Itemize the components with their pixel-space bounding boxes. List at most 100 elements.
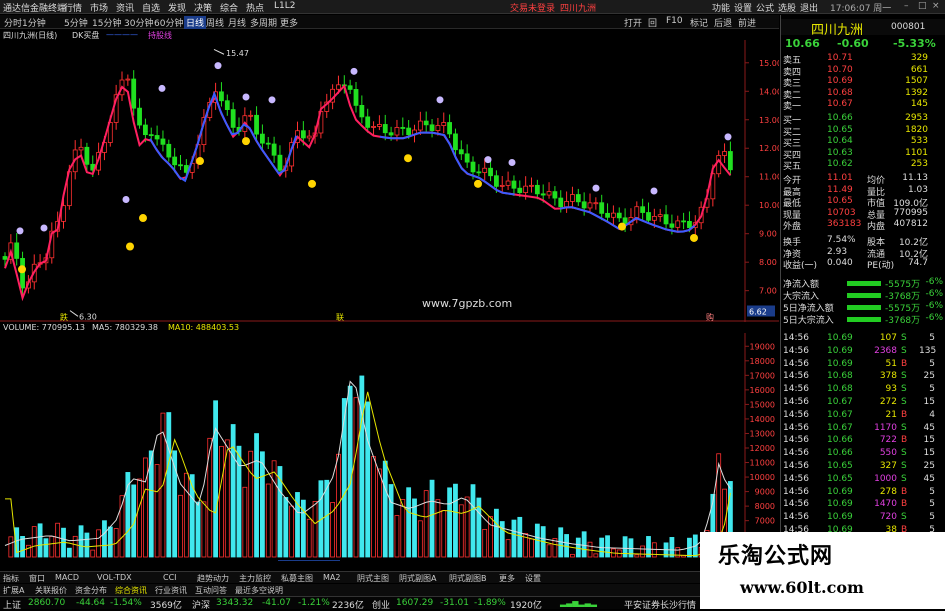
tab-intraday[interactable]: 分时 (4, 16, 22, 29)
bid-row[interactable]: 买二 10.65 1820 (781, 125, 945, 138)
trade-status[interactable]: 交易未登录 (510, 1, 555, 14)
indicator-tab[interactable]: MA2 (323, 573, 340, 582)
close-icon[interactable]: × (932, 1, 940, 11)
status-tab[interactable]: 互动问答 (195, 585, 227, 596)
status-tab[interactable]: 关联报价 (35, 585, 67, 596)
indicator-tab[interactable]: 私募主图 (281, 573, 313, 584)
tab-weekly[interactable]: 周线 (206, 16, 224, 29)
candle-body (581, 201, 587, 209)
indicator-tab[interactable]: 主力监控 (239, 573, 271, 584)
kline-bg (0, 40, 779, 322)
indicator-tab[interactable]: 更多 (499, 573, 515, 584)
menu-exit[interactable]: 退出 (800, 1, 818, 14)
indicator-tab[interactable]: MACD (55, 573, 79, 582)
candle-body (722, 151, 727, 156)
indicator-tab[interactable]: 窗口 (29, 573, 45, 584)
tick-price: 10.69 (827, 486, 853, 497)
btn-back[interactable]: 后退 (714, 16, 732, 29)
tick-price: 10.66 (827, 435, 853, 446)
tick-volume: 107 (879, 333, 897, 343)
book-volume: 253 (910, 159, 928, 170)
tick-time: 14:56 (783, 384, 809, 395)
candle-body (277, 154, 283, 171)
indicator-tab[interactable]: 阴式副图B (449, 573, 487, 584)
indicator-tab[interactable]: 指标 (3, 573, 19, 584)
tab-multi[interactable]: 多周期 (250, 16, 277, 29)
cy-label[interactable]: 创业 (372, 598, 390, 611)
tick-price: 10.69 (827, 499, 853, 510)
volume-bar (271, 460, 277, 558)
bid-row[interactable]: 买四 10.63 1101 (781, 148, 945, 161)
menu-general[interactable]: 综合 (220, 1, 238, 14)
tab-5min[interactable]: 5分钟 (64, 16, 88, 29)
menu-watchlist[interactable]: 自选 (142, 1, 160, 14)
indicator-tab[interactable]: 阴式主图 (357, 573, 389, 584)
btn-forward[interactable]: 前进 (738, 16, 756, 29)
tab-daily[interactable]: 日线 (184, 16, 207, 29)
sh-label[interactable]: 上证 (3, 598, 21, 611)
tick-direction: B (901, 409, 908, 420)
volume-bar (634, 554, 640, 558)
tick-direction: B (901, 435, 908, 446)
tab-monthly[interactable]: 月线 (228, 16, 246, 29)
volume-bar (640, 545, 646, 558)
minimize-icon[interactable]: – (904, 1, 909, 11)
bid-row[interactable]: 买一 10.66 2953 (781, 113, 945, 126)
candle-body (657, 214, 663, 217)
menu-formula[interactable]: 公式 (756, 1, 774, 14)
menu-quote[interactable]: 行情 (64, 1, 82, 14)
ask-row[interactable]: 卖三 10.69 1507 (781, 76, 945, 89)
candle-body (675, 220, 681, 228)
status-tab[interactable]: 最近多空说明 (235, 585, 283, 596)
kline-chart[interactable]: 15.00 14.00 13.00 12.00 11.00 10.00 9.00 8.00 7.… (0, 40, 779, 322)
menu-discover[interactable]: 发现 (168, 1, 186, 14)
ask-row[interactable]: 卖一 10.67 145 (781, 99, 945, 112)
volume-chart[interactable]: 19000 18000 17000 16000 15000 14000 13000 12000… (0, 333, 779, 561)
flow-row: 净流入额 -5575万 -6% (781, 277, 945, 290)
status-tab[interactable]: 资金分布 (75, 585, 107, 596)
ask-row[interactable]: 卖二 10.68 1392 (781, 87, 945, 101)
ask-row[interactable]: 卖五 10.71 329 (781, 53, 945, 66)
status-tab[interactable]: 扩展A (3, 585, 24, 596)
btn-mark[interactable]: 标记 (690, 16, 708, 29)
indicator-tab[interactable]: 阴式副图A (399, 573, 436, 584)
tab-1min[interactable]: 1分钟 (22, 16, 46, 29)
tab-60min[interactable]: 60分钟 (154, 16, 183, 29)
bid-row[interactable]: 买三 10.64 533 (781, 136, 945, 149)
candle-body (248, 114, 254, 117)
menu-function[interactable]: 功能 (712, 1, 730, 14)
ask-row[interactable]: 卖四 10.70 661 (781, 65, 945, 78)
tab-30min[interactable]: 30分钟 (124, 16, 153, 29)
bid-row[interactable]: 买五 10.62 253 (781, 159, 945, 172)
tab-15min[interactable]: 15分钟 (92, 16, 121, 29)
candle-body (634, 206, 640, 218)
menu-decision[interactable]: 决策 (194, 1, 212, 14)
indicator-tab[interactable]: CCI (163, 573, 177, 582)
menu-market[interactable]: 市场 (90, 1, 108, 14)
status-tab[interactable]: 综合资讯 (115, 585, 147, 596)
indicator-tab[interactable]: VOL-TDX (97, 573, 132, 582)
tab-more[interactable]: 更多 (280, 16, 298, 29)
high-annotation: 15.47 (226, 49, 249, 58)
menu-settings[interactable]: 设置 (734, 1, 752, 14)
flow-bar (847, 281, 881, 286)
btn-f10[interactable]: F10 (666, 16, 683, 26)
maximize-icon[interactable]: □ (918, 1, 927, 11)
indicator-tab[interactable]: 设置 (525, 573, 541, 584)
btn-back-short[interactable]: 回 (648, 16, 657, 29)
menu-hot[interactable]: 热点 (246, 1, 264, 14)
price-tick-label: 13.00 (759, 116, 779, 125)
btn-open[interactable]: 打开 (624, 16, 642, 29)
volume-bar (66, 547, 72, 558)
menu-select[interactable]: 选股 (778, 1, 796, 14)
sz-label[interactable]: 沪深 (192, 598, 210, 611)
tick-time: 14:56 (783, 371, 809, 382)
menu-news[interactable]: 资讯 (116, 1, 134, 14)
timeline-bg (0, 559, 779, 561)
book-volume: 1392 (905, 87, 928, 98)
volume-bar (49, 536, 55, 558)
status-tab[interactable]: 行业资讯 (155, 585, 187, 596)
tick-time: 14:56 (783, 358, 809, 369)
indicator-tab[interactable]: 趋势动力 (197, 573, 229, 584)
menu-l1l2[interactable]: L1L2 (274, 1, 295, 11)
